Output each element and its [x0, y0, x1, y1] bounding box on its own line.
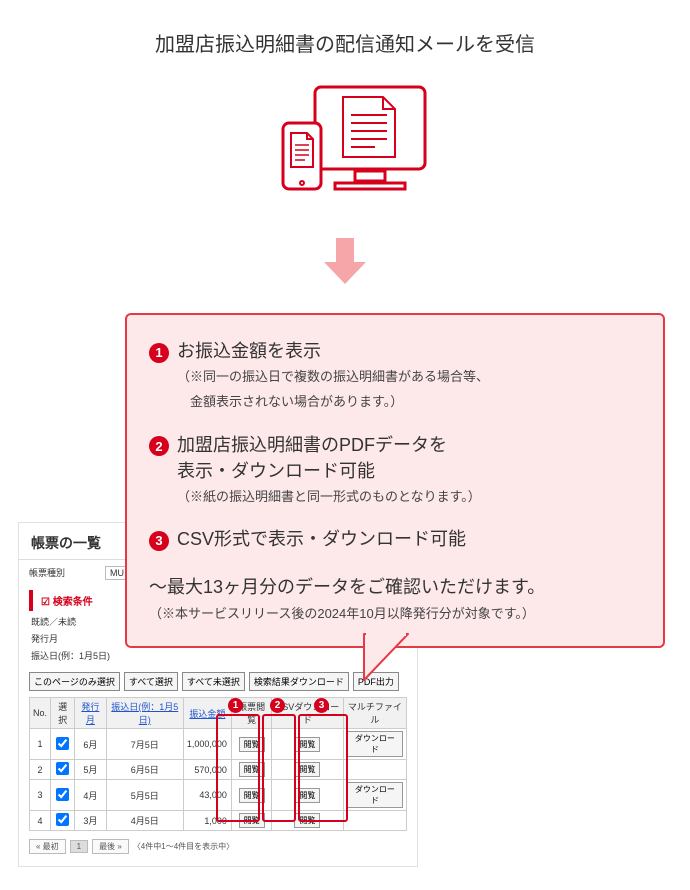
csv-button[interactable]: 閲覧 — [294, 788, 320, 803]
feature-2-title-line2: 表示・ダウンロード可能 — [177, 461, 375, 481]
report-table: No. 選択 発行月 振込日(例：1月5日) 振込金額 帳票閲覧 CSVダウンロ… — [29, 697, 407, 831]
feature-1-note-2: 金額表示されない場合があります。） — [177, 392, 641, 413]
table-row: 3 4月 5月5日 43,000 閲覧 閲覧 ダウンロード — [30, 780, 407, 811]
csv-button[interactable]: 閲覧 — [294, 737, 320, 752]
view-button[interactable]: 閲覧 — [239, 788, 265, 803]
pdf-output-button[interactable]: PDF出力 — [353, 672, 399, 691]
feature-2-note: （※紙の振込明細書と同一形式のものとなります。） — [177, 487, 641, 508]
cond-month-label: 発行月 — [31, 632, 111, 645]
download-results-button[interactable]: 検索結果ダウンロード — [249, 672, 349, 691]
view-button[interactable]: 閲覧 — [239, 762, 265, 777]
page-title: 加盟店振込明細書の配信通知メールを受信 — [0, 0, 690, 57]
arrow-down-icon — [0, 234, 690, 293]
device-illustration — [0, 75, 690, 220]
th-amount[interactable]: 振込金額 — [183, 698, 231, 729]
csv-button[interactable]: 閲覧 — [294, 813, 320, 828]
row-checkbox[interactable] — [56, 788, 69, 801]
overlay-number-3: 3 — [314, 698, 329, 713]
table-row: 2 5月 6月5日 570,000 閲覧 閲覧 — [30, 760, 407, 780]
pager-page-1[interactable]: 1 — [70, 840, 88, 853]
pager: « 最初 1 最後 » 〈4件中1～4件目を表示中〉 — [19, 835, 417, 858]
cond-date-label: 振込日(例：1月5日) — [31, 649, 111, 662]
row-checkbox[interactable] — [56, 762, 69, 775]
feature-1-note-1: （※同一の振込日で複数の振込明細書がある場合等、 — [177, 367, 641, 388]
feature-number-badge: 2 — [149, 436, 169, 456]
cond-read-label: 既読／未読 — [31, 615, 111, 628]
overlay-number-2: 2 — [270, 698, 285, 713]
table-row: 4 3月 4月5日 1,000 閲覧 閲覧 — [30, 811, 407, 831]
select-all-button[interactable]: すべて選択 — [124, 672, 178, 691]
overlay-number-1: 1 — [228, 698, 243, 713]
view-button[interactable]: 閲覧 — [239, 737, 265, 752]
th-no: No. — [30, 698, 51, 729]
type-label: 帳票種別 — [29, 566, 99, 580]
pager-info: 〈4件中1～4件目を表示中〉 — [133, 841, 234, 852]
table-row: 1 6月 7月5日 1,000,000 閲覧 閲覧 ダウンロード — [30, 729, 407, 760]
pager-last[interactable]: 最後 » — [92, 839, 129, 854]
th-date[interactable]: 振込日(例：1月5日) — [106, 698, 183, 729]
feature-number-badge: 1 — [149, 343, 169, 363]
deselect-all-button[interactable]: すべて未選択 — [182, 672, 245, 691]
th-multi: マルチファイル — [343, 698, 406, 729]
feature-1-title: お振込金額を表示 — [177, 337, 321, 363]
multi-download-button[interactable]: ダウンロード — [347, 782, 403, 808]
multi-download-button[interactable]: ダウンロード — [347, 731, 403, 757]
th-select: 選択 — [51, 698, 75, 729]
feature-number-badge: 3 — [149, 531, 169, 551]
select-page-button[interactable]: このページのみ選択 — [29, 672, 120, 691]
summary-note: （※本サービスリリース後の2024年10月以降発行分が対象です。） — [149, 603, 641, 622]
feature-3-title: CSV形式で表示・ダウンロード可能 — [177, 525, 466, 551]
row-checkbox[interactable] — [56, 737, 69, 750]
row-checkbox[interactable] — [56, 813, 69, 826]
th-month[interactable]: 発行月 — [75, 698, 106, 729]
pager-first[interactable]: « 最初 — [29, 839, 66, 854]
csv-button[interactable]: 閲覧 — [294, 762, 320, 777]
feature-2-title-line1: 加盟店振込明細書のPDFデータを — [177, 435, 447, 455]
summary-text: ～最大13ヶ月分のデータをご確認いただけます。 — [149, 573, 641, 599]
view-button[interactable]: 閲覧 — [239, 813, 265, 828]
feature-callout: 1 お振込金額を表示 （※同一の振込日で複数の振込明細書がある場合等、 金額表示… — [125, 313, 665, 648]
